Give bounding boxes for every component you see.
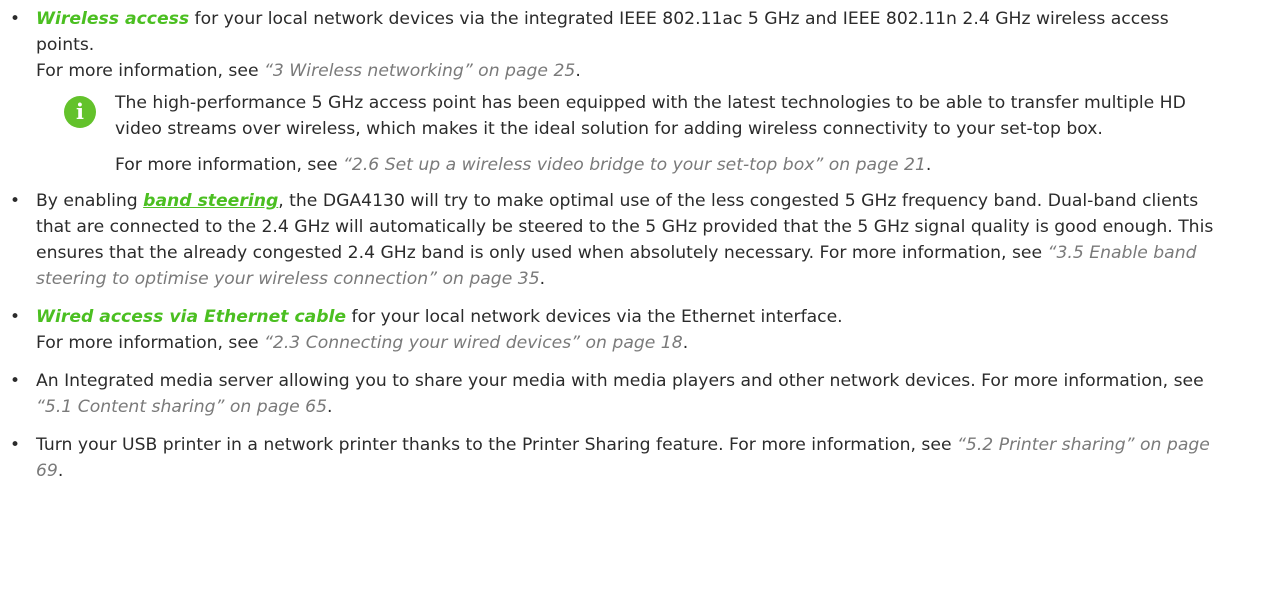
more-info-prefix: For more information, see: [36, 61, 264, 81]
bullet-suffix: .: [57, 461, 64, 481]
cross-reference-link[interactable]: “5.1 Content sharing” on page 65: [36, 397, 327, 417]
bullet-marker: •: [10, 307, 21, 327]
more-info-suffix: .: [682, 333, 689, 353]
cross-reference-link[interactable]: “2.6 Set up a wireless video bridge to y…: [343, 155, 926, 175]
info-note: i The high-performance 5 GHz access poin…: [0, 90, 1262, 178]
bullet-paragraph: Wired access via Ethernet cable for your…: [36, 304, 1232, 330]
bullet-marker: •: [10, 371, 21, 391]
more-info-line: For more information, see “2.3 Connectin…: [36, 330, 1232, 356]
more-info-prefix: For more information, see: [115, 155, 343, 175]
bullet-prefix: By enabling: [36, 191, 144, 211]
bullet-text: Turn your USB printer in a network print…: [36, 435, 957, 455]
info-icon: i: [64, 96, 96, 128]
bullet-paragraph: Wireless access for your local network d…: [36, 6, 1232, 58]
document-page: • Wireless access for your local network…: [0, 0, 1262, 610]
cross-reference-link[interactable]: “2.3 Connecting your wired devices” on p…: [264, 333, 683, 353]
bullet-text: for your local network devices via the E…: [346, 307, 843, 327]
more-info-suffix: .: [575, 61, 581, 81]
bullet-suffix: .: [327, 397, 333, 417]
more-info-prefix: For more information, see: [36, 333, 264, 353]
more-info-line: For more information, see “3 Wireless ne…: [36, 58, 1232, 84]
info-note-more: For more information, see “2.6 Set up a …: [115, 152, 1232, 178]
bullet-suffix: .: [539, 269, 546, 289]
band-steering-link[interactable]: band steering: [143, 191, 278, 211]
info-note-text: The high-performance 5 GHz access point …: [115, 93, 1186, 139]
bullet-marker: •: [10, 435, 21, 455]
bullet-paragraph: By enabling band steering, the DGA4130 w…: [36, 188, 1232, 292]
wireless-access-link[interactable]: Wireless access: [36, 9, 189, 29]
bullet-marker: •: [10, 9, 21, 29]
bullet-paragraph: An Integrated media server allowing you …: [36, 368, 1232, 420]
bullet-wired-access: • Wired access via Ethernet cable for yo…: [0, 304, 1262, 356]
bullet-wireless-access: • Wireless access for your local network…: [0, 6, 1262, 84]
bullet-text: for your local network devices via the i…: [36, 9, 1169, 55]
wired-access-link[interactable]: Wired access via Ethernet cable: [36, 307, 346, 327]
cross-reference-link[interactable]: “3 Wireless networking” on page 25: [264, 61, 575, 81]
bullet-marker: •: [10, 191, 21, 211]
bullet-paragraph: Turn your USB printer in a network print…: [36, 432, 1232, 484]
more-info-suffix: .: [925, 155, 932, 175]
bullet-band-steering: • By enabling band steering, the DGA4130…: [0, 188, 1262, 292]
bullet-printer-sharing: • Turn your USB printer in a network pri…: [0, 432, 1262, 484]
bullet-text: An Integrated media server allowing you …: [36, 371, 1204, 391]
bullet-media-server: • An Integrated media server allowing yo…: [0, 368, 1262, 420]
